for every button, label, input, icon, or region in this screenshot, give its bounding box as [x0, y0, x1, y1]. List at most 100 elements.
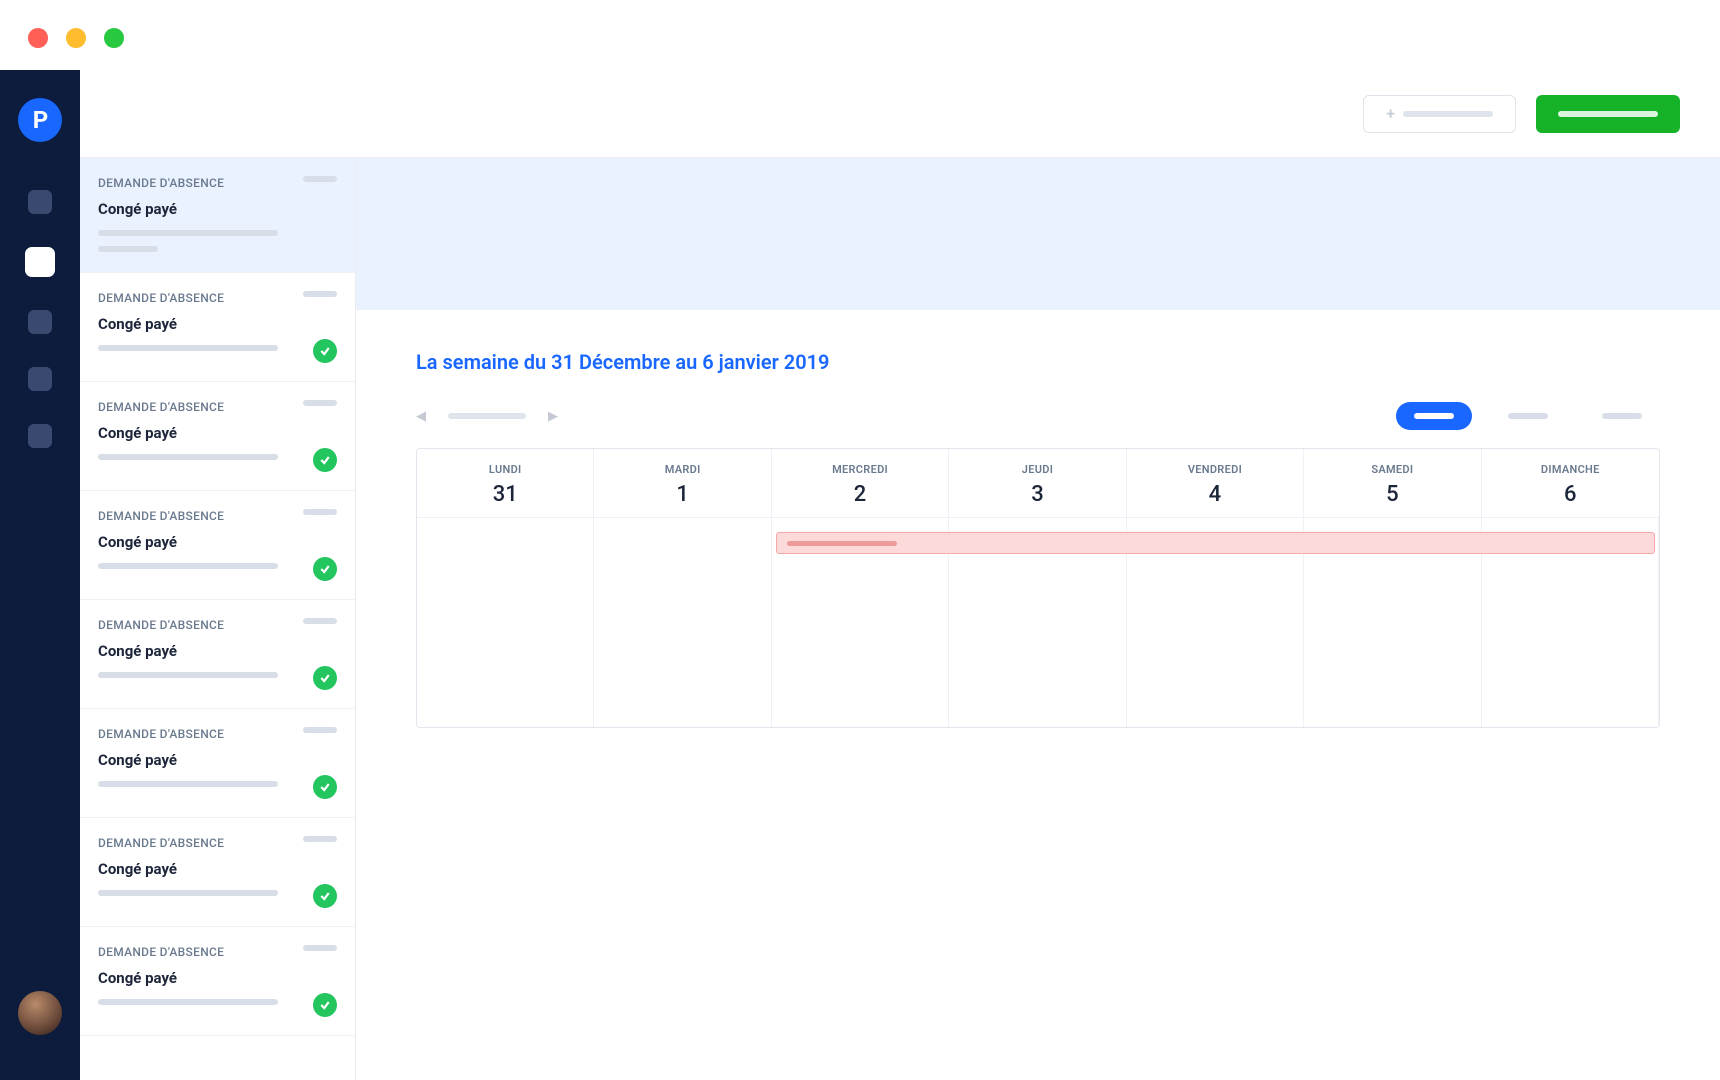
request-detail-placeholder: [98, 345, 278, 351]
primary-action-button[interactable]: [1536, 95, 1680, 133]
nav-item-4[interactable]: [28, 367, 52, 391]
secondary-action-label-placeholder: [1403, 111, 1493, 117]
day-of-week-label: JEUDI: [949, 463, 1125, 476]
day-of-week-label: MERCREDI: [772, 463, 948, 476]
calendar-section: La semaine du 31 Décembre au 6 janvier 2…: [356, 310, 1720, 768]
request-date-placeholder: [303, 400, 337, 406]
request-type: Congé payé: [98, 315, 337, 333]
day-number: 3: [949, 482, 1125, 507]
absence-request-item[interactable]: DEMANDE D'ABSENCE Congé payé: [80, 491, 355, 600]
request-date-placeholder: [303, 291, 337, 297]
request-detail-placeholder: [98, 230, 278, 236]
request-detail-placeholder: [98, 454, 278, 460]
day-number: 31: [417, 482, 593, 507]
maximize-window-icon[interactable]: [104, 28, 124, 48]
window-controls: [28, 28, 124, 48]
calendar-nav: ◀ ▶: [416, 409, 558, 424]
approved-status-icon: [313, 448, 337, 472]
calendar-day-header: SAMEDI 5: [1304, 449, 1481, 517]
approved-status-icon: [313, 884, 337, 908]
request-date-placeholder: [303, 618, 337, 624]
calendar-day-col[interactable]: [417, 518, 594, 727]
request-type: Congé payé: [98, 969, 337, 987]
calendar-day-header: MARDI 1: [594, 449, 771, 517]
request-type: Congé payé: [98, 642, 337, 660]
app-logo: P: [18, 98, 62, 142]
day-of-week-label: VENDREDI: [1127, 463, 1303, 476]
primary-action-label-placeholder: [1558, 111, 1658, 117]
request-category: DEMANDE D'ABSENCE: [98, 836, 337, 850]
calendar-toolbar: ◀ ▶: [416, 402, 1660, 430]
nav-item-3[interactable]: [28, 310, 52, 334]
day-number: 2: [772, 482, 948, 507]
absence-request-item[interactable]: DEMANDE D'ABSENCE Congé payé: [80, 600, 355, 709]
day-number: 6: [1482, 482, 1659, 507]
absence-request-item[interactable]: DEMANDE D'ABSENCECongé payé: [80, 818, 355, 927]
request-detail-placeholder: [98, 563, 278, 569]
request-detail-placeholder: [98, 672, 278, 678]
approved-status-icon: [313, 775, 337, 799]
approved-status-icon: [313, 993, 337, 1017]
close-window-icon[interactable]: [28, 28, 48, 48]
view-option-3[interactable]: [1584, 402, 1660, 430]
calendar-day-header: LUNDI 31: [417, 449, 594, 517]
request-category: DEMANDE D'ABSENCE: [98, 176, 337, 190]
nav-item-absences[interactable]: [25, 247, 55, 277]
request-category: DEMANDE D'ABSENCE: [98, 400, 337, 414]
request-category: DEMANDE D'ABSENCE: [98, 291, 337, 305]
request-type: Congé payé: [98, 751, 337, 769]
request-detail-placeholder: [98, 246, 158, 252]
absence-request-item[interactable]: DEMANDE D'ABSENCE Congé payé: [80, 927, 355, 1036]
view-option-2[interactable]: [1490, 402, 1566, 430]
absence-request-item[interactable]: DEMANDE D'ABSENCECongé payé: [80, 709, 355, 818]
calendar-day-header: MERCREDI 2: [772, 449, 949, 517]
date-range-placeholder: [448, 413, 526, 419]
nav-rail: P: [0, 70, 80, 1080]
main-content: La semaine du 31 Décembre au 6 janvier 2…: [356, 70, 1720, 1080]
request-date-placeholder: [303, 176, 337, 182]
request-date-placeholder: [303, 836, 337, 842]
avatar[interactable]: [18, 991, 62, 1035]
day-of-week-label: DIMANCHE: [1482, 463, 1659, 476]
day-number: 5: [1304, 482, 1480, 507]
request-category: DEMANDE D'ABSENCE: [98, 618, 337, 632]
calendar-day-col[interactable]: [594, 518, 771, 727]
request-type: Congé payé: [98, 533, 337, 551]
plus-icon: +: [1386, 104, 1395, 123]
request-date-placeholder: [303, 727, 337, 733]
request-list: DEMANDE D'ABSENCE Congé payé DEMANDE D'ABS…: [80, 158, 356, 1080]
calendar-body: [417, 517, 1659, 727]
nav-item-5[interactable]: [28, 424, 52, 448]
event-label-placeholder: [787, 541, 897, 546]
absence-request-item[interactable]: DEMANDE D'ABSENCE Congé payé: [80, 382, 355, 491]
approved-status-icon: [313, 557, 337, 581]
day-of-week-label: MARDI: [594, 463, 770, 476]
day-of-week-label: LUNDI: [417, 463, 593, 476]
request-category: DEMANDE D'ABSENCE: [98, 945, 337, 959]
calendar-grid: LUNDI 31MARDI 1MERCREDI 2JEUDI 3VENDREDI 4SAM…: [416, 448, 1660, 728]
request-detail-placeholder: [98, 781, 278, 787]
day-of-week-label: SAMEDI: [1304, 463, 1480, 476]
view-week-pill[interactable]: [1396, 402, 1472, 430]
calendar-day-header: JEUDI 3: [949, 449, 1126, 517]
absence-request-item[interactable]: DEMANDE D'ABSENCE Congé payé: [80, 273, 355, 382]
request-detail-placeholder: [98, 890, 278, 896]
secondary-action-button[interactable]: +: [1363, 95, 1516, 133]
request-date-placeholder: [303, 945, 337, 951]
next-week-icon[interactable]: ▶: [548, 409, 558, 424]
request-category: DEMANDE D'ABSENCE: [98, 509, 337, 523]
absence-request-item[interactable]: DEMANDE D'ABSENCE Congé payé: [80, 158, 355, 273]
day-number: 1: [594, 482, 770, 507]
request-type: Congé payé: [98, 200, 337, 218]
minimize-window-icon[interactable]: [66, 28, 86, 48]
prev-week-icon[interactable]: ◀: [416, 409, 426, 424]
calendar-header-row: LUNDI 31MARDI 1MERCREDI 2JEUDI 3VENDREDI 4SAM…: [417, 449, 1659, 517]
nav-item-1[interactable]: [28, 190, 52, 214]
request-type: Congé payé: [98, 424, 337, 442]
calendar-title: La semaine du 31 Décembre au 6 janvier 2…: [416, 350, 1660, 374]
approved-status-icon: [313, 666, 337, 690]
absence-event-bar[interactable]: [776, 532, 1655, 554]
calendar-day-header: VENDREDI 4: [1127, 449, 1304, 517]
approved-status-icon: [313, 339, 337, 363]
day-number: 4: [1127, 482, 1303, 507]
